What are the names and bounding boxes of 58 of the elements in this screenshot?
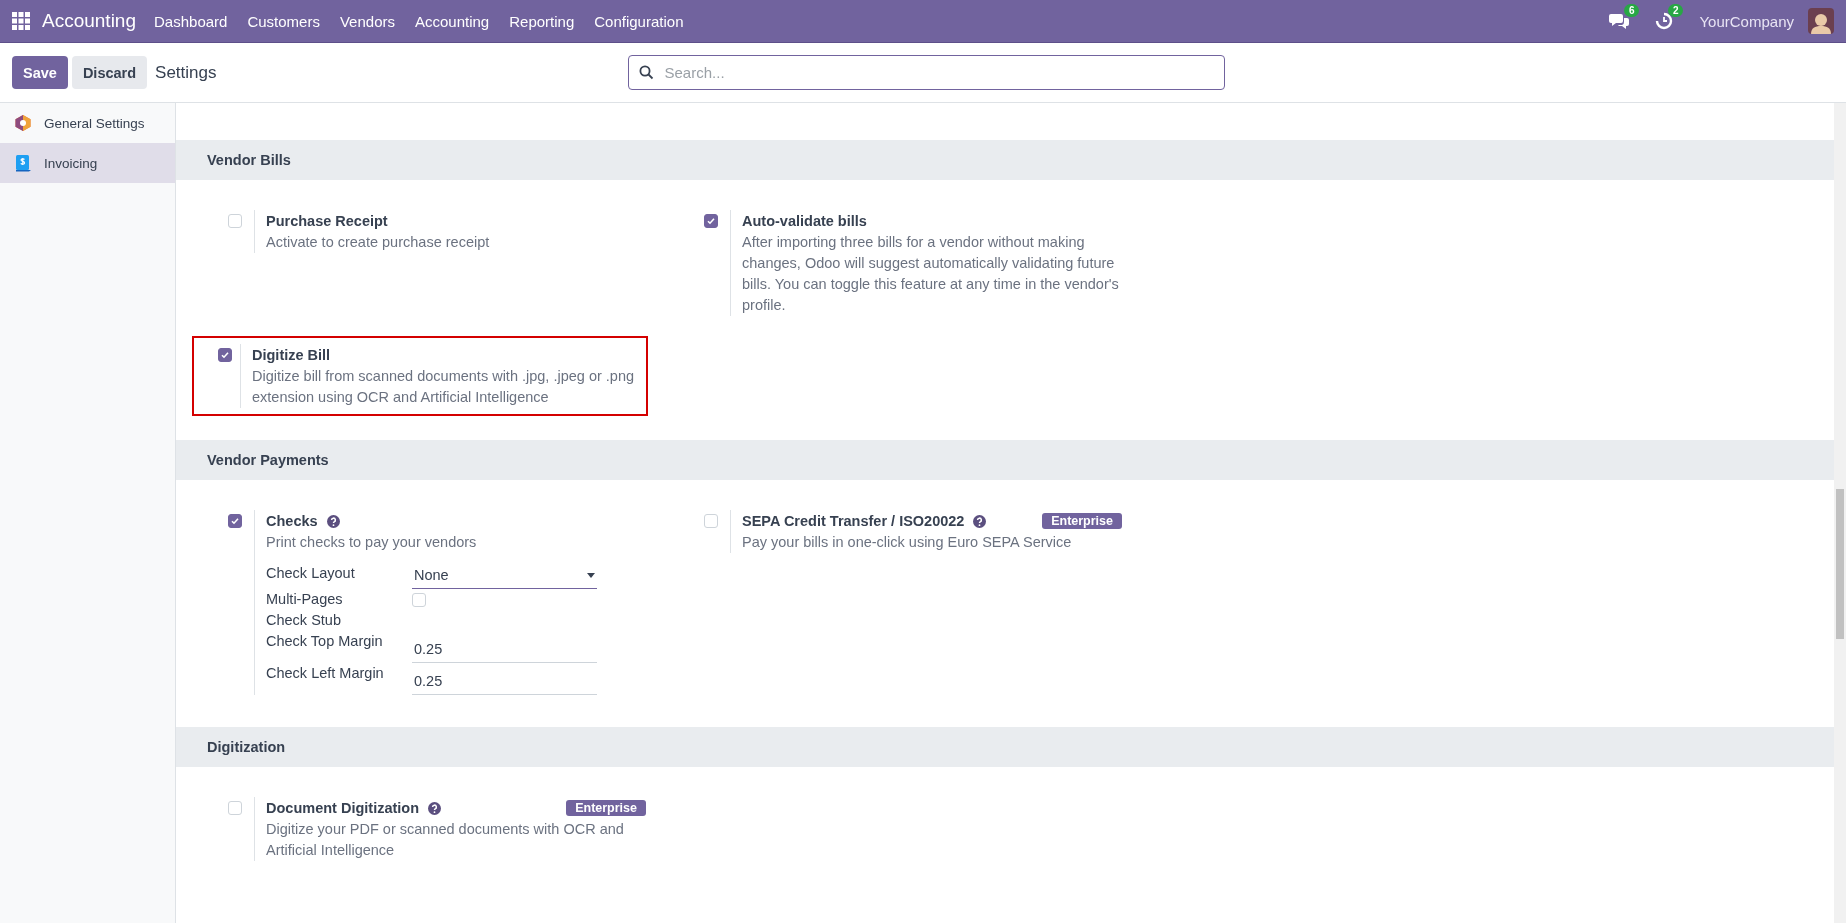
input-field[interactable]: 0.25 <box>412 637 597 663</box>
setting-title: Document Digitization <box>266 800 420 816</box>
app-name[interactable]: Accounting <box>42 10 136 32</box>
menu-item[interactable]: Customers <box>247 12 320 30</box>
sidebar-item[interactable]: General Settings <box>0 103 175 143</box>
menu-item[interactable]: Accounting <box>415 12 490 30</box>
menu-item[interactable]: Dashboard <box>154 12 228 30</box>
enterprise-badge: Enterprise <box>1042 513 1122 529</box>
input-field[interactable]: 0.25 <box>412 669 597 695</box>
help-icon[interactable] <box>326 514 340 528</box>
section-heading: Vendor Bills <box>207 152 291 168</box>
message-count-badge: 6 <box>1623 4 1640 17</box>
select-field[interactable]: None <box>412 563 597 589</box>
clock-icon[interactable] <box>1655 12 1674 30</box>
sidebar-item[interactable]: Invoicing <box>0 143 175 183</box>
section-heading: Digitization <box>207 739 286 755</box>
action-button[interactable]: Save <box>12 56 68 89</box>
field-label: Check Top Margin <box>266 632 384 651</box>
invoice-icon <box>14 154 32 172</box>
setting-description: Activate to create purchase receipt <box>266 233 491 252</box>
setting-title: Purchase Receipt <box>266 213 388 229</box>
setting-title: Checks <box>266 513 318 529</box>
setting-title: SEPA Credit Transfer / ISO20022 <box>742 513 965 529</box>
field-label: Multi-Pages Check Stub <box>266 590 344 630</box>
setting-title: Auto-validate bills <box>742 213 867 229</box>
chat-icon[interactable] <box>1609 12 1630 30</box>
menu-item[interactable]: Configuration <box>594 12 684 30</box>
enterprise-badge: Enterprise <box>566 800 646 816</box>
avatar[interactable] <box>1808 8 1834 34</box>
menu-item[interactable]: Vendors <box>339 12 395 30</box>
setting-description: Pay your bills in one-click using Euro SEPA Service <box>742 533 1073 552</box>
field-label: Check Layout <box>266 564 356 583</box>
setting-description: Print checks to pay your vendors <box>266 533 478 552</box>
setting-description: Digitize bill from scanned documents with .jpg, .jpeg or .png extension using OCR and Artificial Intelligence <box>252 367 636 407</box>
help-icon[interactable] <box>973 514 987 528</box>
checkmark-icon <box>230 516 240 526</box>
checkbox[interactable] <box>228 514 242 528</box>
checkmark-icon <box>706 216 716 226</box>
checkmark-icon <box>220 350 230 360</box>
scroll-bar[interactable] <box>1834 103 1846 923</box>
help-icon[interactable] <box>428 801 442 815</box>
company-name[interactable]: YourCompany <box>1699 12 1794 30</box>
menu-item[interactable]: Reporting <box>509 12 575 30</box>
section-heading: Vendor Payments <box>207 452 329 468</box>
search-field[interactable]: Search... <box>627 55 1225 90</box>
setting-title: Digitize Bill <box>252 347 331 363</box>
search-icon <box>638 65 654 80</box>
caret-icon <box>587 573 595 578</box>
activity-count-badge: 2 <box>1667 4 1684 17</box>
page-title: Settings <box>155 62 217 83</box>
checkbox[interactable] <box>704 214 718 228</box>
action-button[interactable]: Discard <box>71 56 148 89</box>
setting-description: After importing three bills for a vendor without making changes, Odoo will suggest automatically validating future bills. You can toggle this feature at any time in the vendor's profile. <box>742 233 1120 315</box>
checkbox[interactable] <box>218 348 232 362</box>
hexagon-icon <box>14 114 32 132</box>
setting-description: Digitize your PDF or scanned documents with OCR and Artificial Intelligence <box>266 820 625 860</box>
field-label: Check Left Margin <box>266 664 385 683</box>
app-grid-icon[interactable] <box>12 12 30 30</box>
